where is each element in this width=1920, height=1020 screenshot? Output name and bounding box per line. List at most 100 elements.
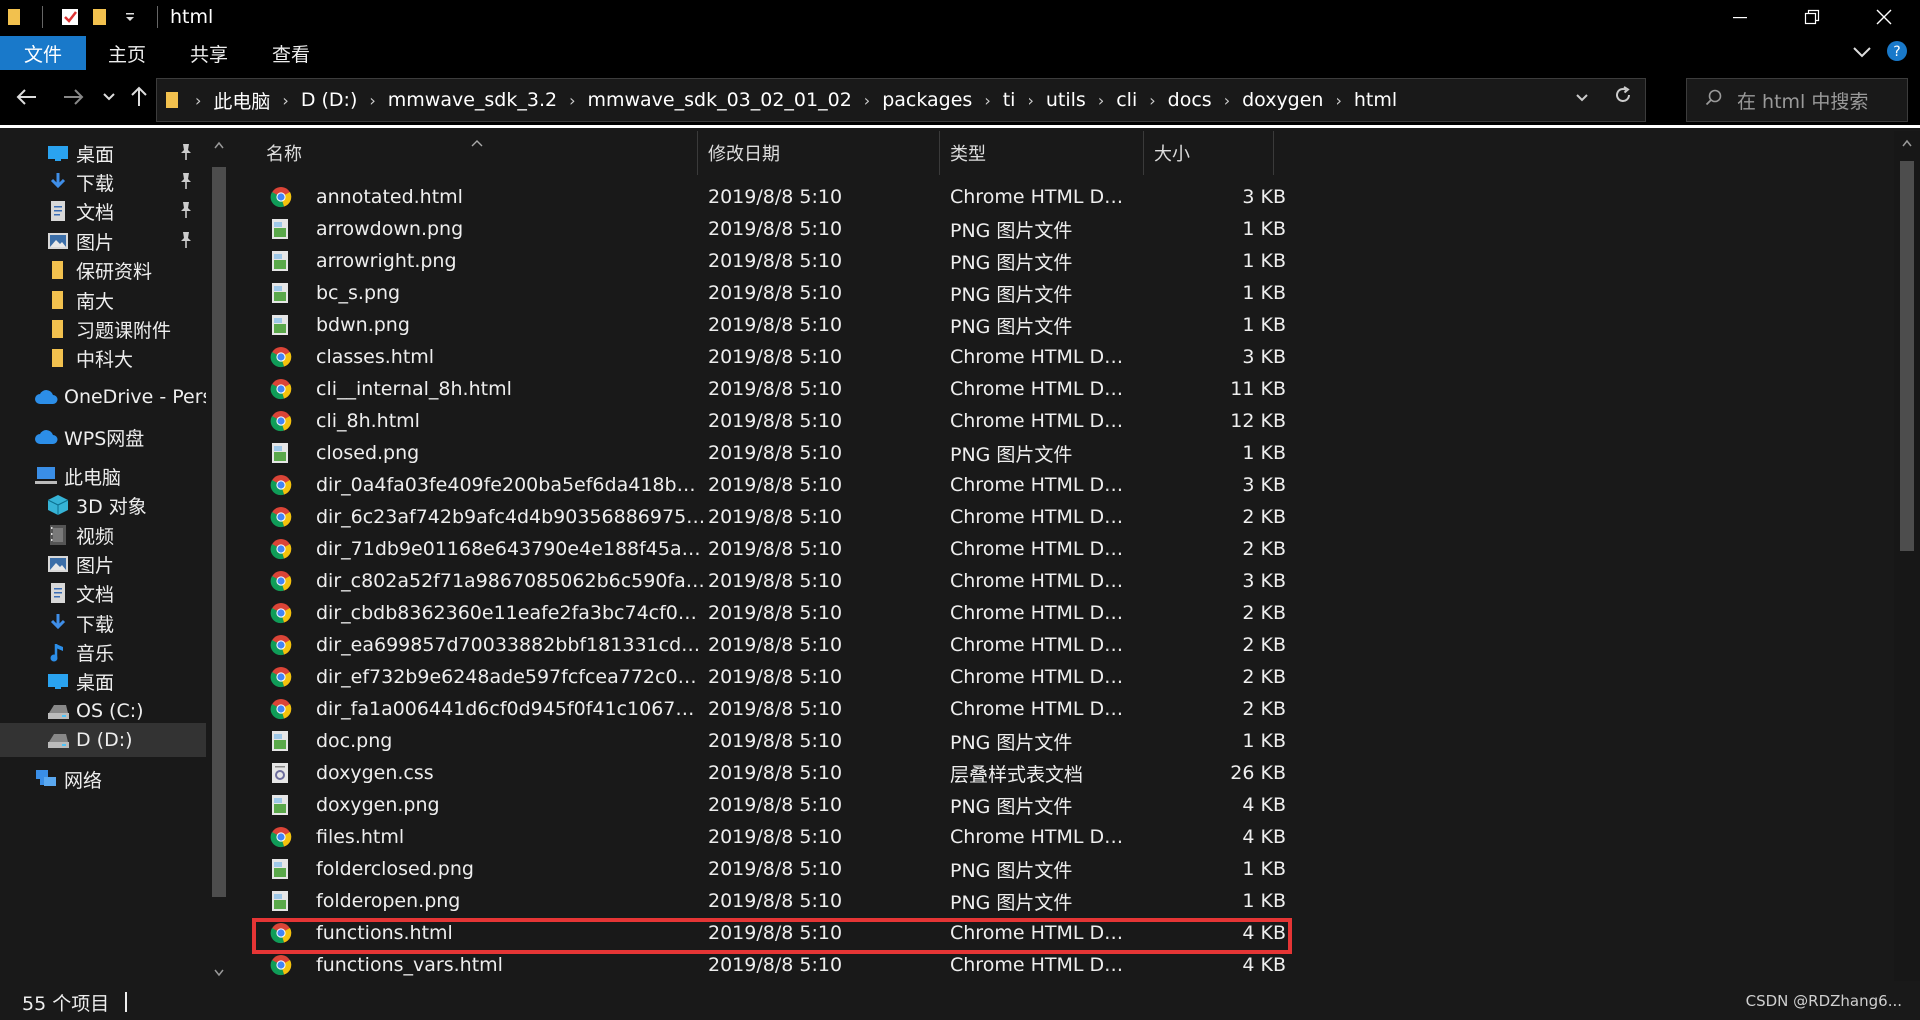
file-row[interactable]: doc.png 2019/8/8 5:10 PNG 图片文件 1 KB — [256, 725, 1520, 757]
image-file-icon — [270, 858, 292, 880]
file-row[interactable]: arrowdown.png 2019/8/8 5:10 PNG 图片文件 1 KB — [256, 213, 1520, 245]
chevron-right-icon[interactable]: › — [1090, 91, 1112, 110]
file-row[interactable]: folderclosed.png 2019/8/8 5:10 PNG 图片文件 1 K… — [256, 853, 1520, 885]
column-header-type[interactable]: 类型 — [940, 131, 1144, 175]
pin-icon[interactable] — [178, 172, 194, 195]
back-arrow-icon[interactable] — [12, 82, 42, 112]
breadcrumb-cli[interactable]: cli — [1112, 89, 1141, 111]
file-type: 层叠样式表文档 — [950, 763, 1084, 786]
column-header-name[interactable]: 名称 — [236, 131, 698, 175]
folder-icon — [46, 288, 70, 312]
file-type: Chrome HTML Doc... — [950, 570, 1130, 592]
maximize-icon[interactable] — [1776, 0, 1848, 34]
chevron-right-icon[interactable]: › — [274, 91, 296, 110]
file-row[interactable]: dir_fa1a006441d6cf0d945f0f41c10672ad.h..… — [256, 693, 1520, 725]
window-controls — [1704, 0, 1920, 34]
address-history-dropdown-icon[interactable] — [1575, 87, 1589, 108]
picture-icon — [46, 229, 70, 253]
sidebar-item-9[interactable]: WPS网盘 — [0, 420, 206, 454]
breadcrumb-mmwave-sdk-version[interactable]: mmwave_sdk_03_02_01_02 — [583, 89, 855, 111]
file-row[interactable]: cli__internal_8h.html 2019/8/8 5:10 Chrome… — [256, 373, 1520, 405]
file-row[interactable]: bc_s.png 2019/8/8 5:10 PNG 图片文件 1 KB — [256, 277, 1520, 309]
chevron-right-icon[interactable]: › — [361, 91, 383, 110]
chevron-right-icon[interactable]: › — [1141, 91, 1163, 110]
breadcrumb-doxygen[interactable]: doxygen — [1238, 89, 1327, 111]
file-row[interactable]: closed.png 2019/8/8 5:10 PNG 图片文件 1 KB — [256, 437, 1520, 469]
pin-icon[interactable] — [178, 201, 194, 224]
sidebar-item-4[interactable]: 保研资料 — [0, 253, 206, 287]
breadcrumb-packages[interactable]: packages — [878, 89, 976, 111]
address-field[interactable]: › 此电脑 › D (D:) › mmwave_sdk_3.2 › mmwave… — [156, 78, 1646, 122]
expand-ribbon-icon[interactable] — [1852, 43, 1872, 64]
file-row[interactable]: dir_cbdb8362360e11eafe2fa3bc74cf0ffd.ht.… — [256, 597, 1520, 629]
sidebar-item-7[interactable]: 中科大 — [0, 341, 206, 375]
file-row[interactable]: dir_ea699857d70033882bbf181331cddc5e... 2… — [256, 629, 1520, 661]
sidebar-item-19[interactable]: D (D:) — [0, 723, 206, 757]
new-folder-icon[interactable] — [89, 6, 111, 28]
tab-home[interactable]: 主页 — [86, 36, 168, 70]
properties-icon[interactable] — [59, 6, 81, 28]
search-input[interactable]: 在 html 中搜索 — [1686, 78, 1908, 122]
file-list: 名称 修改日期 类型 大小 annotated.html 2019/8/8 5:1… — [236, 131, 1896, 981]
file-row[interactable]: dir_ef732b9e6248ade597fcfcea772c066.h...… — [256, 661, 1520, 693]
breadcrumb-ti[interactable]: ti — [999, 89, 1020, 111]
refresh-icon[interactable] — [1613, 85, 1633, 110]
file-size: 3 KB — [1242, 570, 1286, 592]
chevron-right-icon[interactable]: › — [856, 91, 878, 110]
file-row[interactable]: dir_6c23af742b9afc4d4b90356886975422....… — [256, 501, 1520, 533]
sidebar-item-11[interactable]: 3D 对象 — [0, 488, 206, 522]
tab-file[interactable]: 文件 — [0, 36, 87, 70]
file-type: Chrome HTML Doc... — [950, 378, 1130, 400]
file-date: 2019/8/8 5:10 — [708, 282, 843, 304]
forward-arrow-icon[interactable] — [58, 82, 88, 112]
up-arrow-icon[interactable] — [124, 82, 154, 112]
chevron-right-icon[interactable]: › — [1019, 91, 1041, 110]
chevron-right-icon[interactable]: › — [561, 91, 583, 110]
file-row[interactable]: dir_0a4fa03fe409fe200ba5ef6da418b070.h..… — [256, 469, 1520, 501]
minimize-icon[interactable] — [1704, 0, 1776, 34]
file-row[interactable]: doxygen.png 2019/8/8 5:10 PNG 图片文件 4 KB — [256, 789, 1520, 821]
file-row[interactable]: bdwn.png 2019/8/8 5:10 PNG 图片文件 1 KB — [256, 309, 1520, 341]
file-row[interactable]: arrowright.png 2019/8/8 5:10 PNG 图片文件 1 KB — [256, 245, 1520, 277]
file-size: 1 KB — [1242, 282, 1286, 304]
breadcrumb-this-pc[interactable]: 此电脑 — [209, 87, 274, 114]
chrome-icon — [270, 634, 292, 656]
pin-icon[interactable] — [178, 143, 194, 166]
sidebar-item-2[interactable]: 文档 — [0, 194, 206, 228]
chevron-right-icon[interactable]: › — [1327, 91, 1349, 110]
breadcrumb-html[interactable]: html — [1350, 89, 1401, 111]
column-header-size[interactable]: 大小 — [1144, 131, 1274, 175]
breadcrumb-drive-d[interactable]: D (D:) — [297, 89, 362, 111]
file-row[interactable]: classes.html 2019/8/8 5:10 Chrome HTML Doc… — [256, 341, 1520, 373]
pin-icon[interactable] — [178, 231, 194, 254]
sidebar-item-14[interactable]: 文档 — [0, 576, 206, 610]
file-row[interactable]: cli_8h.html 2019/8/8 5:10 Chrome HTML Doc.… — [256, 405, 1520, 437]
close-icon[interactable] — [1848, 0, 1920, 34]
breadcrumb-mmwave-sdk[interactable]: mmwave_sdk_3.2 — [384, 89, 561, 111]
sidebar-item-label: 中科大 — [76, 348, 134, 371]
chevron-right-icon[interactable]: › — [187, 91, 209, 110]
breadcrumb-docs[interactable]: docs — [1164, 89, 1216, 111]
tab-view[interactable]: 查看 — [250, 36, 332, 70]
sidebar-item-20[interactable]: 网络 — [0, 762, 206, 796]
chevron-right-icon[interactable]: › — [1216, 91, 1238, 110]
file-list-scrollbar[interactable] — [1894, 131, 1920, 981]
file-row[interactable]: folderopen.png 2019/8/8 5:10 PNG 图片文件 1 KB — [256, 885, 1520, 917]
chevron-right-icon[interactable]: › — [976, 91, 998, 110]
column-header-date[interactable]: 修改日期 — [698, 131, 940, 175]
sidebar-item-17[interactable]: 桌面 — [0, 664, 206, 698]
file-row[interactable]: files.html 2019/8/8 5:10 Chrome HTML Doc..… — [256, 821, 1520, 853]
file-row[interactable]: dir_71db9e01168e643790e4e188f45ae398... 2… — [256, 533, 1520, 565]
tab-share[interactable]: 共享 — [168, 36, 250, 70]
customize-dropdown-icon[interactable] — [119, 6, 141, 28]
help-icon[interactable]: ? — [1886, 40, 1908, 67]
file-name: dir_71db9e01168e643790e4e188f45ae398... — [316, 538, 706, 560]
sidebar-item-8[interactable]: OneDrive - Perso — [0, 380, 206, 414]
recent-locations-icon[interactable] — [94, 82, 124, 112]
file-row[interactable]: annotated.html 2019/8/8 5:10 Chrome HTML D… — [256, 181, 1520, 213]
chrome-icon — [270, 954, 292, 976]
file-row[interactable]: dir_c802a52f71a9867085062b6c590fa632....… — [256, 565, 1520, 597]
navigation-pane-scrollbar[interactable] — [209, 137, 229, 985]
file-row[interactable]: doxygen.css 2019/8/8 5:10 层叠样式表文档 26 KB — [256, 757, 1520, 789]
breadcrumb-utils[interactable]: utils — [1042, 89, 1090, 111]
